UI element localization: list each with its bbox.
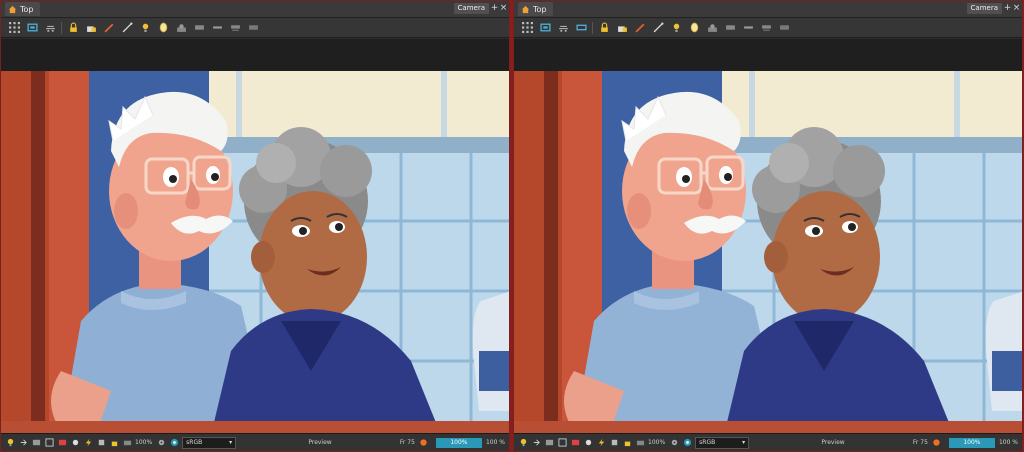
add-view-button[interactable]: + [490, 3, 499, 14]
egg-icon[interactable] [156, 21, 170, 35]
chevron-down-icon: ▾ [742, 439, 746, 446]
zoom-level-left[interactable]: 100% [135, 439, 152, 446]
scene-illustration [1, 71, 509, 435]
pen-icon[interactable] [120, 21, 134, 35]
onion-skin-icon[interactable] [70, 438, 80, 448]
grid-icon[interactable] [520, 21, 534, 35]
view-mode-select[interactable]: Camera [966, 3, 1002, 14]
viewer-panel-right: Top Camera + × 100% sRGB ▾ Preview Fr 75… [513, 0, 1023, 452]
lock-icon[interactable] [597, 21, 611, 35]
safe-area-icon[interactable] [557, 438, 567, 448]
drawer-icon[interactable] [122, 438, 132, 448]
view-mode-select[interactable]: Camera [453, 3, 489, 14]
render-icon[interactable] [932, 438, 942, 448]
drawer-icon[interactable] [635, 438, 645, 448]
brush-icon[interactable] [633, 21, 647, 35]
view-statusbar: 100% sRGB ▾ Preview Fr 75 100% 100 % [514, 433, 1022, 451]
onion-skin-icon[interactable] [583, 438, 593, 448]
egg-icon[interactable] [687, 21, 701, 35]
color-wheel-icon[interactable] [169, 438, 179, 448]
mask-icon[interactable] [570, 438, 580, 448]
stack-lock-icon[interactable] [84, 21, 98, 35]
view-toolbar [514, 18, 1022, 38]
color-space-select[interactable]: sRGB ▾ [695, 436, 750, 449]
camera-icon[interactable] [43, 21, 57, 35]
light-icon[interactable] [669, 21, 683, 35]
scene-illustration [514, 71, 1022, 435]
frame-indicator: Fr 75 [399, 439, 415, 446]
thunder-icon[interactable] [83, 438, 93, 448]
arrow-icon[interactable] [531, 438, 541, 448]
home-icon [521, 5, 530, 13]
viewer-panel-left: Top Camera + × 100% sRGB ▾ Preview Fr 75… [0, 0, 510, 452]
shape-icon[interactable] [192, 21, 206, 35]
gear-icon[interactable] [156, 438, 166, 448]
lock-icon[interactable] [109, 438, 119, 448]
lock-icon[interactable] [66, 21, 80, 35]
camera-viewport[interactable] [514, 71, 1022, 435]
view-icon[interactable] [538, 21, 552, 35]
tab-top[interactable]: Top [5, 2, 40, 16]
color-wheel-icon[interactable] [682, 438, 692, 448]
rotate-icon[interactable] [228, 21, 242, 35]
view-toolbar [1, 18, 509, 38]
light-icon[interactable] [138, 21, 152, 35]
brush-icon[interactable] [102, 21, 116, 35]
stack-lock-icon[interactable] [615, 21, 629, 35]
toolbar-separator [61, 21, 62, 34]
zoom-extra: 100 % [998, 439, 1018, 446]
scale-icon[interactable] [246, 21, 260, 35]
camera-viewport[interactable] [1, 71, 509, 435]
view-icon[interactable] [25, 21, 39, 35]
view-statusbar: 100% sRGB ▾ Preview Fr 75 100% 100 % [1, 433, 509, 451]
tools-icon[interactable] [609, 438, 619, 448]
tab-label: Top [20, 4, 34, 14]
zoom-slider[interactable]: 100% [435, 437, 482, 448]
thunder-icon[interactable] [596, 438, 606, 448]
tab-label: Top [533, 4, 547, 14]
arrow-icon[interactable] [18, 438, 28, 448]
preview-label: Preview [821, 439, 845, 446]
zoom-level-left[interactable]: 100% [648, 439, 665, 446]
color-space-select[interactable]: sRGB ▾ [182, 436, 237, 449]
preview-label: Preview [308, 439, 332, 446]
toolbar-separator [592, 21, 593, 34]
mask-icon[interactable] [57, 438, 67, 448]
tab-top[interactable]: Top [518, 2, 553, 16]
color-space-value: sRGB [699, 439, 716, 446]
frame-indicator: Fr 75 [912, 439, 928, 446]
film-icon[interactable] [31, 438, 41, 448]
panel-titlebar: Top Camera + × [514, 1, 1022, 18]
add-view-button[interactable]: + [1003, 3, 1012, 14]
panel-titlebar: Top Camera + × [1, 1, 509, 18]
film-icon[interactable] [544, 438, 554, 448]
chevron-down-icon: ▾ [229, 439, 233, 446]
view-gutter [514, 39, 1022, 71]
view-gutter [1, 39, 509, 71]
close-panel-button[interactable]: × [1012, 3, 1021, 14]
color-space-value: sRGB [186, 439, 203, 446]
tools-icon[interactable] [96, 438, 106, 448]
zoom-slider[interactable]: 100% [948, 437, 995, 448]
scale-icon[interactable] [777, 21, 791, 35]
scene-icon[interactable] [705, 21, 719, 35]
move-icon[interactable] [210, 21, 224, 35]
grid-icon[interactable] [7, 21, 21, 35]
lightbulb-icon[interactable] [518, 438, 528, 448]
gear-icon[interactable] [669, 438, 679, 448]
scene-icon[interactable] [174, 21, 188, 35]
home-icon [8, 5, 17, 13]
lightbulb-icon[interactable] [5, 438, 15, 448]
lock-icon[interactable] [622, 438, 632, 448]
safe-area-icon[interactable] [44, 438, 54, 448]
camera-icon[interactable] [556, 21, 570, 35]
close-panel-button[interactable]: × [499, 3, 508, 14]
pen-icon[interactable] [651, 21, 665, 35]
layer-icon[interactable] [574, 21, 588, 35]
shape-icon[interactable] [723, 21, 737, 35]
zoom-extra: 100 % [485, 439, 505, 446]
render-icon[interactable] [419, 438, 429, 448]
move-icon[interactable] [741, 21, 755, 35]
rotate-icon[interactable] [759, 21, 773, 35]
